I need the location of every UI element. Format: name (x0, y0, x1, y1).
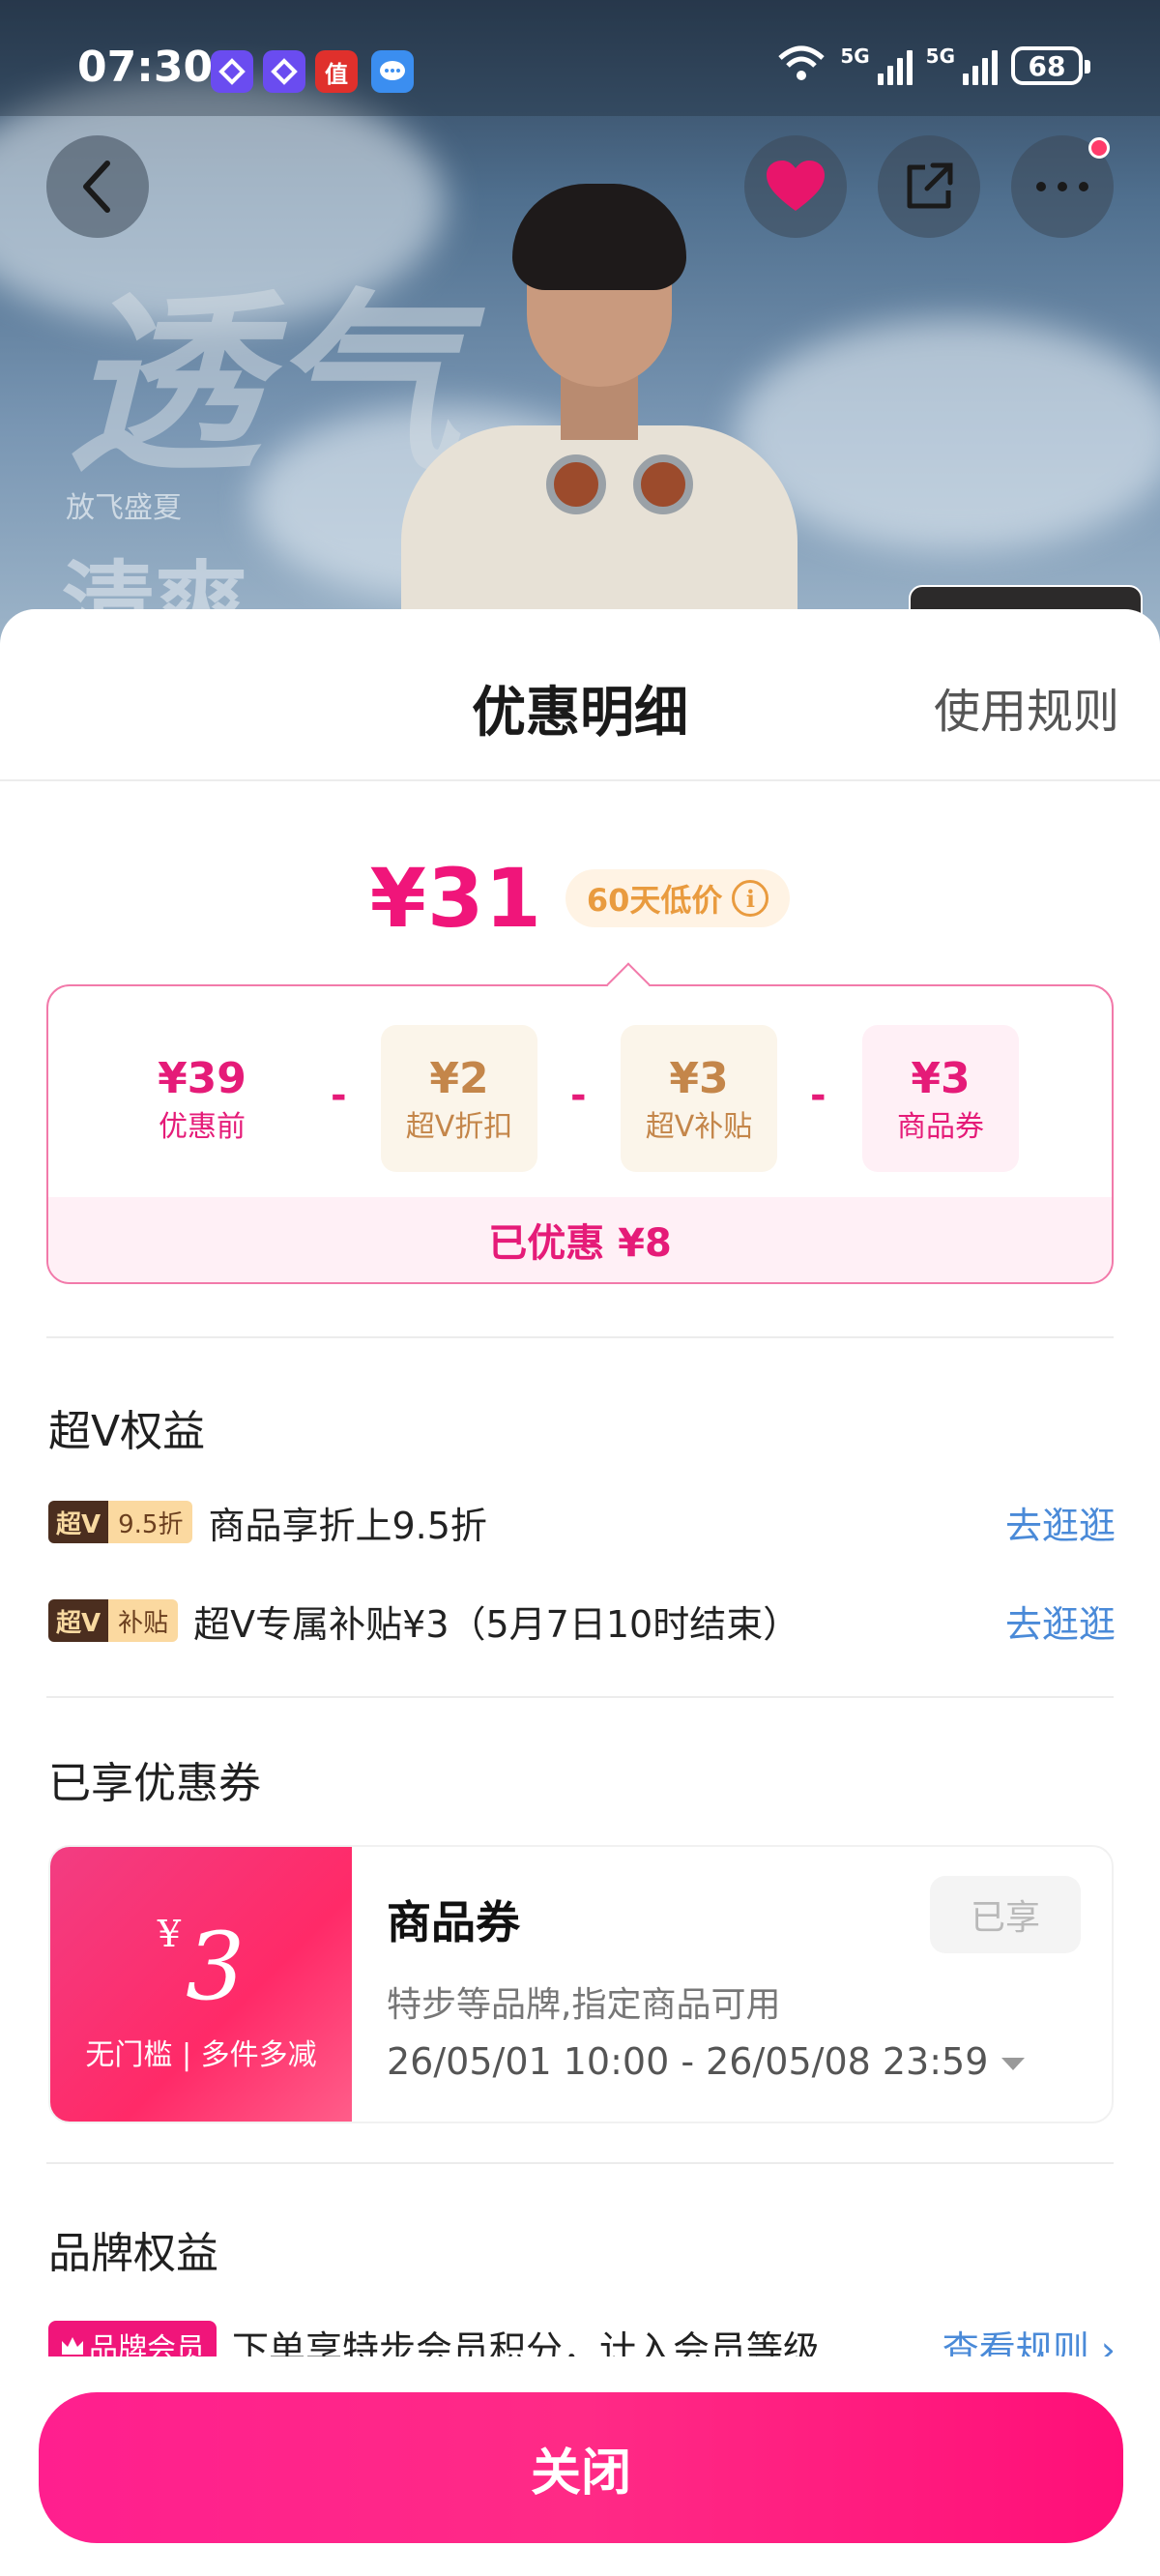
network-type-1: 5G (840, 44, 870, 68)
price-breakdown: ¥39 优惠前 - ¥2 超V折扣 - ¥3 超V补贴 - ¥3 商品券 已优惠… (46, 962, 1114, 1284)
perk-row: 超V 9.5折 商品享折上9.5折 去逛逛 (48, 1493, 1116, 1551)
zhi-app-icon: 值 (315, 50, 358, 93)
chevron-left-icon (83, 161, 110, 213)
more-button[interactable] (1011, 135, 1114, 238)
wifi-icon (776, 44, 826, 87)
perk-row: 超V 补贴 超V专属补贴¥3（5月7日10时结束） 去逛逛 (48, 1592, 1116, 1650)
breakdown-pointer (606, 962, 651, 1007)
perk-text: 超V专属补贴¥3（5月7日10时结束） (193, 1602, 800, 1646)
sheet-footer: 关闭 (0, 2356, 1160, 2576)
super-v-discount-cell: ¥2 超V折扣 (381, 1025, 537, 1172)
divider (46, 1696, 1114, 1698)
coupon-validity[interactable]: 26/05/01 10:00 - 26/05/08 23:59 (387, 2040, 1026, 2083)
coupon-amount-panel: ¥ 3 无门槛 | 多件多减 (50, 1847, 352, 2122)
coupon-amount: 3 (186, 1913, 246, 2021)
final-price-row: ¥31 60天低价 i (0, 851, 1160, 946)
close-button[interactable]: 关闭 (39, 2392, 1123, 2543)
coupon-condition: 无门槛 | 多件多减 (85, 2038, 317, 2072)
brand-section-title: 品牌权益 (48, 2229, 218, 2278)
battery-icon: 68 (1011, 46, 1090, 85)
crown-icon (62, 2337, 83, 2355)
super-v-section-title: 超V权益 (48, 1407, 206, 1456)
message-app-icon (371, 50, 414, 93)
info-icon: i (732, 880, 769, 917)
coupon-name: 商品券 (387, 1896, 520, 1948)
share-button[interactable] (878, 135, 980, 238)
heart-icon (767, 161, 825, 211)
coupon-currency: ¥ (157, 1913, 181, 1955)
more-dots-icon (1036, 182, 1088, 191)
super-v-subsidy-cell: ¥3 超V补贴 (621, 1025, 777, 1172)
minus-sign: - (331, 1073, 347, 1118)
original-price-cell: ¥39 优惠前 (158, 1054, 246, 1144)
usage-rules-link[interactable]: 使用规则 (934, 673, 1119, 741)
status-bar: 07:30 值 5G 5G 68 (0, 0, 1160, 116)
final-price: ¥31 (369, 851, 542, 946)
total-saved: 已优惠 ¥8 (48, 1197, 1112, 1282)
sheet-header: 优惠明细 使用规则 (0, 609, 1160, 781)
blue-app-icon (211, 50, 253, 93)
browse-link[interactable]: 去逛逛 (1005, 1496, 1116, 1549)
discount-detail-sheet: 优惠明细 使用规则 ¥31 60天低价 i ¥39 优惠前 - ¥2 超V折扣 … (0, 609, 1160, 2576)
favorite-button[interactable] (744, 135, 847, 238)
super-v-tag: 超V 9.5折 (48, 1501, 193, 1543)
model-photo (382, 164, 798, 658)
perk-text: 商品享折上9.5折 (208, 1504, 487, 1547)
coupons-section-title: 已享优惠券 (48, 1759, 261, 1808)
notification-dot (1088, 137, 1110, 159)
status-time: 07:30 (77, 43, 214, 92)
signal-icon-2 (963, 46, 998, 85)
hero-subtitle: 放飞盛夏 (66, 491, 182, 525)
browse-link[interactable]: 去逛逛 (1005, 1595, 1116, 1648)
coupon-description: 特步等品牌,指定商品可用 (387, 1985, 781, 2025)
network-type-2: 5G (925, 44, 955, 68)
super-v-tag: 超V 补贴 (48, 1599, 179, 1642)
divider (46, 2162, 1114, 2164)
coupon-edge (344, 1847, 360, 2122)
product-coupon-cell: ¥3 商品券 (862, 1025, 1019, 1172)
signal-icon (877, 46, 913, 85)
blue-app-icon-2 (263, 50, 305, 93)
low-price-badge[interactable]: 60天低价 i (565, 869, 791, 927)
divider (46, 1336, 1114, 1338)
caret-down-icon (1001, 2057, 1026, 2070)
minus-sign: - (810, 1073, 826, 1118)
minus-sign: - (570, 1073, 587, 1118)
coupon-status: 已享 (930, 1876, 1081, 1953)
coupon-card[interactable]: ¥ 3 无门槛 | 多件多减 商品券 特步等品牌,指定商品可用 26/05/01… (48, 1845, 1114, 2123)
share-icon (907, 162, 953, 209)
back-button[interactable] (46, 135, 149, 238)
